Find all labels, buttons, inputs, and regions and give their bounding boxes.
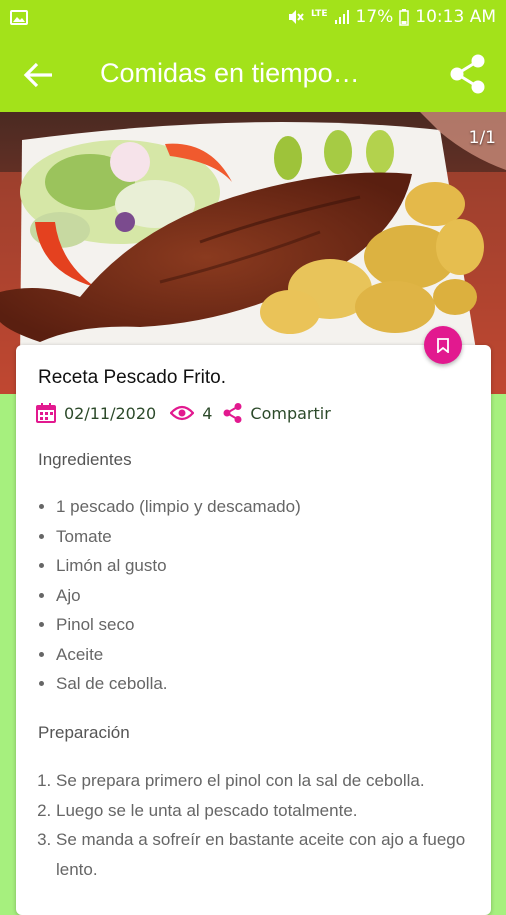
list-item: Se manda a sofreír en bastante aceite co… (56, 825, 476, 884)
date-item: 02/11/2020 (36, 403, 156, 423)
status-bar: LTE 17% 10:13 AM (0, 0, 506, 36)
recipe-title: Receta Pescado Frito. (38, 367, 226, 388)
share-label[interactable]: Compartir (250, 404, 330, 423)
back-arrow-icon[interactable] (22, 60, 56, 90)
share-small-icon (223, 403, 242, 423)
ingredients-list: 1 pescado (limpio y descamado) Tomate Li… (18, 492, 301, 699)
app-bar: Comidas en tiempo… (0, 36, 506, 112)
list-item: Sal de cebolla. (56, 669, 301, 699)
calendar-icon (36, 403, 56, 423)
bookmark-icon (437, 337, 449, 353)
list-item: Luego se le unta al pescado totalmente. (56, 796, 476, 826)
preparation-steps: Se prepara primero el pinol con la sal d… (18, 766, 476, 884)
list-item: Tomate (56, 522, 301, 552)
image-counter: 1/1 (468, 128, 496, 148)
page-title: Comidas en tiempo… (100, 58, 360, 88)
mute-icon (288, 10, 304, 24)
signal-icon (334, 10, 349, 24)
ingredients-heading: Ingredientes (38, 450, 132, 469)
list-item: Limón al gusto (56, 551, 301, 581)
recipe-date: 02/11/2020 (64, 403, 157, 423)
network-type: LTE (310, 8, 328, 19)
list-item: Se prepara primero el pinol con la sal d… (56, 766, 476, 796)
list-item: 1 pescado (limpio y descamado) (56, 492, 301, 522)
list-item: Ajo (56, 581, 301, 611)
share-icon[interactable] (446, 52, 490, 96)
battery-icon (399, 8, 410, 26)
bookmark-button[interactable] (424, 326, 462, 364)
preparation-heading: Preparación (38, 723, 130, 742)
list-item: Aceite (56, 640, 301, 670)
recipe-card: Receta Pescado Frito. 02/11/2020 4 Compa… (16, 345, 491, 915)
share-link[interactable]: Compartir (222, 402, 331, 424)
clock: 10:13 AM (415, 7, 496, 27)
list-item: Pinol seco (56, 610, 301, 640)
battery-percent: 17% (355, 7, 394, 27)
recipe-meta: 02/11/2020 4 Compartir (36, 402, 331, 424)
image-icon (10, 10, 28, 25)
views-item: 4 (170, 404, 212, 423)
view-count: 4 (202, 403, 213, 423)
eye-icon (170, 405, 195, 421)
